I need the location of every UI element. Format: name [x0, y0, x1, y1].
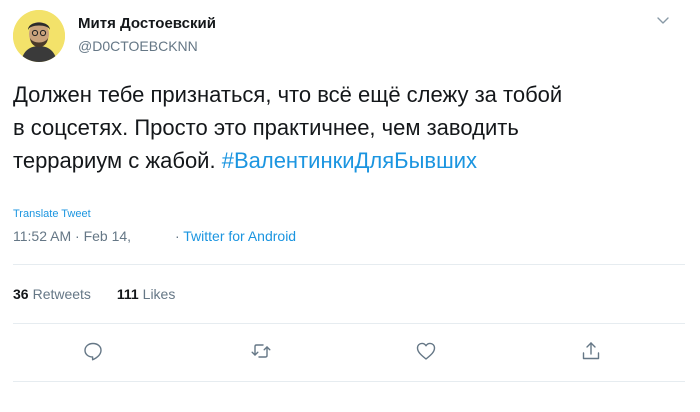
tweet-text: Должен тебе признаться, что всё ещё слеж… — [13, 78, 685, 177]
reply-icon[interactable] — [82, 340, 104, 362]
likes-label: Likes — [142, 286, 176, 302]
tweet-source-link[interactable]: Twitter for Android — [183, 228, 296, 244]
retweets-label: Retweets — [32, 286, 91, 302]
meta-separator: · — [75, 228, 80, 244]
tweet-card: Митя Достоевский @D0CTOEBCKNN Должен теб… — [0, 0, 700, 412]
tweet-time[interactable]: 11:52 AM — [13, 228, 71, 244]
likes-stat[interactable]: 111 Likes — [117, 286, 176, 302]
chevron-down-icon[interactable] — [654, 14, 672, 28]
tweet-stats: 36 Retweets 111 Likes — [13, 286, 197, 302]
likes-count: 111 — [116, 286, 139, 302]
tweet-text-segment: террариум с жабой. — [13, 148, 216, 173]
heart-icon[interactable] — [415, 340, 437, 362]
divider — [13, 323, 685, 324]
avatar[interactable] — [13, 10, 65, 62]
meta-separator: · — [174, 228, 180, 244]
hashtag-link[interactable]: #ВалентинкиДляБывших — [222, 148, 477, 173]
retweets-stat[interactable]: 36 Retweets — [13, 286, 91, 302]
tweet-text-line: в соцсетях. Просто это практичнее, чем з… — [13, 115, 519, 140]
tweet-text-line: террариум с жабой. #ВалентинкиДляБывших — [13, 144, 685, 177]
user-handle[interactable]: @D0CTOEBCKNN — [78, 38, 198, 54]
share-icon[interactable] — [580, 340, 602, 362]
tweet-meta: 11:52 AM · Feb 14, · Twitter for Android — [13, 228, 296, 244]
retweets-count: 36 — [13, 286, 29, 302]
retweet-icon[interactable] — [250, 340, 272, 362]
tweet-text-line: Должен тебе признаться, что всё ещё слеж… — [13, 82, 563, 107]
divider — [13, 381, 685, 382]
tweet-date[interactable]: Feb 14, — [84, 228, 131, 244]
divider — [13, 264, 685, 265]
display-name[interactable]: Митя Достоевский — [78, 15, 216, 32]
translate-tweet-link[interactable]: Translate Tweet — [13, 208, 91, 220]
